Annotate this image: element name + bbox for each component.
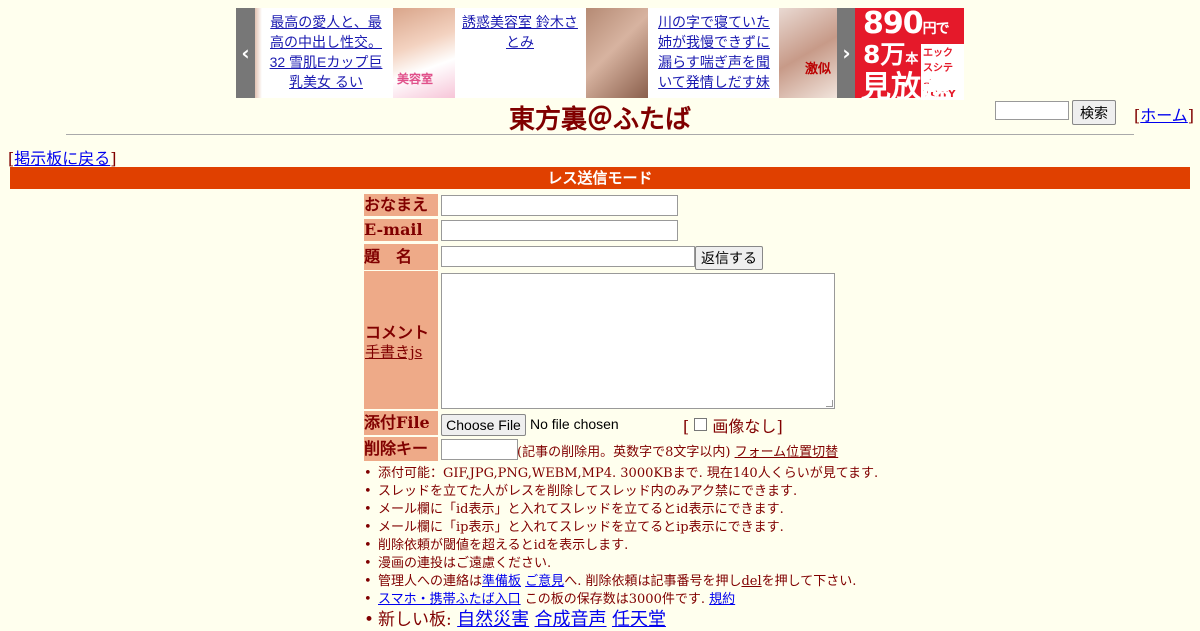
new-boards-item: 新しい板: 自然災害 合成音声 任天堂: [362, 609, 878, 631]
note-text: 管理人への連絡は: [378, 574, 483, 589]
board-notes: 添付可能：GIF,JPG,PNG,WEBM,MP4. 3000KBまで. 現在1…: [362, 465, 878, 631]
back-link-wrapper: [掲示板に戻る]: [8, 149, 117, 168]
delete-key-label: 削除キー: [364, 437, 438, 461]
comment-label-cell: コメント 手書きjs: [364, 271, 438, 409]
junbi-board-link[interactable]: 準備板: [482, 574, 521, 589]
ad-link[interactable]: 誘惑美容室 鈴木さとみ: [458, 12, 582, 52]
comment-textarea[interactable]: [441, 273, 835, 409]
back-to-board-link[interactable]: 掲示板に戻る: [14, 149, 110, 168]
board-link-disaster[interactable]: 自然災害: [457, 609, 529, 630]
comment-label: コメント: [365, 323, 430, 342]
note-text: を押して下さい.: [761, 574, 857, 589]
note-item: 管理人への連絡は準備板 ご意見へ. 削除依頼は記事番号を押しdelを押して下さい…: [362, 573, 878, 591]
new-boards-label: 新しい板:: [378, 610, 452, 630]
note-item: メール欄に「id表示」と入れてスレッドを立てるとid表示にできます.: [362, 501, 878, 519]
note-item: 添付可能：GIF,JPG,PNG,WEBM,MP4. 3000KBまで. 現在1…: [362, 465, 878, 483]
delete-key-note-row: (記事の削除用。英数字で8文字以内) フォーム位置切替: [517, 441, 838, 460]
ad-thumbnail[interactable]: 激似: [779, 8, 837, 98]
search-input[interactable]: [995, 101, 1069, 120]
ad-thumbnail[interactable]: [586, 8, 648, 98]
reply-mode-bar: レス送信モード: [10, 167, 1190, 189]
note-text: へ. 削除依頼は記事番号を押し: [564, 574, 742, 589]
form-position-toggle-link[interactable]: フォーム位置切替: [735, 445, 839, 460]
subject-label: 題 名: [364, 244, 438, 270]
carousel-next-icon[interactable]: ›: [837, 8, 856, 98]
ad-thumbnail[interactable]: [255, 8, 262, 98]
subject-input[interactable]: [441, 246, 695, 267]
feedback-link[interactable]: ご意見: [525, 574, 564, 589]
note-item: 削除依頼が閾値を超えるとidを表示します.: [362, 537, 878, 555]
ad-link[interactable]: 川の字で寝ていた姉が我慢できずに漏らす喘ぎ声を聞いて発情しだす妹: [652, 12, 776, 92]
no-file-chosen-text: No file chosen: [530, 416, 619, 432]
note-item: メール欄に「ip表示」と入れてスレッドを立てるとip表示にできます.: [362, 519, 878, 537]
note-item: スマホ・携帯ふたば入口 この板の保存数は3000件です. 規約: [362, 591, 878, 609]
reply-button[interactable]: 返信する: [695, 246, 763, 270]
note-item: 漫画の連投はご遠慮ください.: [362, 555, 878, 573]
ad-banner[interactable]: 890円で 8万本 エックスシティ XCITY 見放題: [855, 6, 964, 105]
choose-file-button[interactable]: Choose File: [441, 414, 526, 436]
ad-carousel: ‹ 最高の愛人と、最高の中出し性交。32 雪肌Eカップ巨乳美女 るい 美容室 誘…: [236, 8, 856, 98]
email-label: E-mail: [364, 219, 438, 241]
note-item: スレッドを立てた人がレスを削除してスレッド内のみアク禁にできます.: [362, 483, 878, 501]
home-link[interactable]: ホーム: [1140, 106, 1188, 125]
home-link-wrapper: [ホーム]: [1134, 106, 1195, 125]
email-input[interactable]: [441, 220, 678, 241]
no-image-checkbox[interactable]: [694, 418, 708, 431]
handwrite-js-link[interactable]: 手書きjs: [365, 341, 422, 362]
search-button[interactable]: 検索: [1072, 100, 1116, 125]
ad-thumbnail[interactable]: 美容室: [393, 8, 455, 98]
delete-key-input[interactable]: [441, 439, 518, 460]
carousel-prev-icon[interactable]: ‹: [236, 8, 255, 98]
header-divider: [66, 134, 1134, 135]
rules-link[interactable]: 規約: [709, 592, 735, 607]
del-link[interactable]: del: [741, 574, 761, 589]
note-text: この板の保存数は3000件です.: [524, 592, 705, 607]
no-image-label: 画像なし: [712, 417, 777, 436]
ad-link[interactable]: 最高の愛人と、最高の中出し性交。32 雪肌Eカップ巨乳美女 るい: [266, 12, 386, 92]
delete-key-note: (記事の削除用。英数字で8文字以内): [517, 445, 731, 460]
resize-handle-icon[interactable]: [826, 400, 833, 407]
board-link-nintendo[interactable]: 任天堂: [612, 609, 666, 630]
banner-price-unit: 円で: [922, 21, 950, 37]
board-link-synth-voice[interactable]: 合成音声: [535, 609, 607, 630]
name-label: おなまえ: [364, 194, 438, 216]
no-image-option: [ 画像なし]: [683, 417, 783, 436]
mobile-entrance-link[interactable]: スマホ・携帯ふたば入口: [378, 592, 521, 607]
file-label: 添付File: [364, 411, 438, 435]
name-input[interactable]: [441, 195, 678, 216]
